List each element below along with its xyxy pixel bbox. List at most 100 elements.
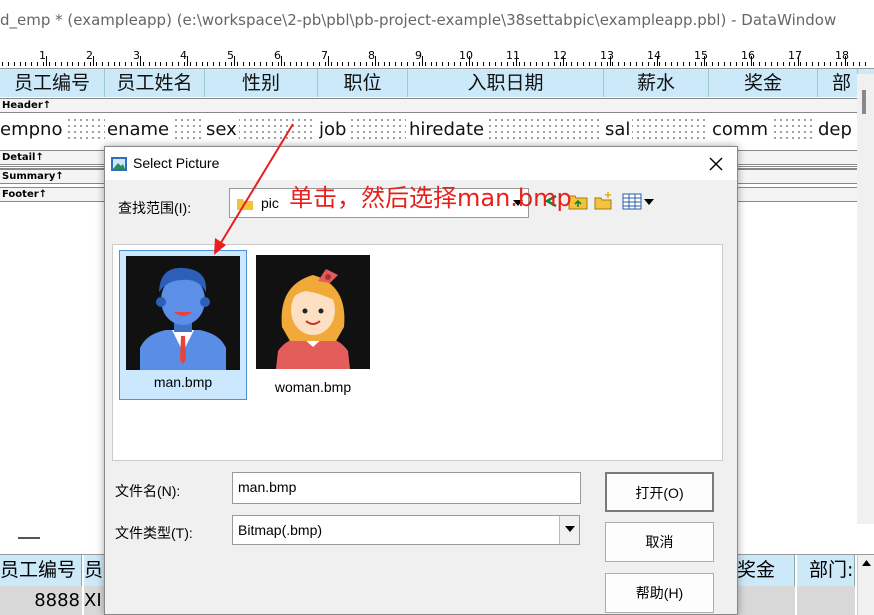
cancel-button[interactable]: 取消 [605,522,714,562]
ruler-tick [289,62,291,66]
ruler-tick [524,62,526,66]
file-name-man: man.bmp [153,374,213,390]
ruler-major-tick [328,56,329,66]
field-ename-label: ename [107,119,172,140]
ruler-number: 2 [86,49,93,62]
ruler-tick [712,62,714,66]
header-sex[interactable]: 性别 [205,69,318,97]
ruler-tick [694,62,696,66]
woman-thumbnail[interactable] [256,255,370,369]
ruler-tick [442,62,444,66]
filename-label: 文件名(N): [115,483,181,499]
ruler-tick [583,62,585,66]
ruler-tick [283,62,285,66]
field-job[interactable]: job [319,117,406,143]
ruler-tick [301,62,303,66]
header-comm[interactable]: 奖金 [709,69,818,97]
ruler-tick [753,62,755,66]
ruler-tick [594,62,596,66]
vertical-scrollbar[interactable] [857,74,874,524]
file-list[interactable]: man.bmp woman.bmp [112,244,723,461]
ruler-tick [125,62,127,66]
preview-header-comm[interactable]: 奖金 [737,555,795,586]
header-empno[interactable]: 员工编号 [0,69,105,97]
ruler-tick [864,62,866,66]
ruler-tick [495,62,497,66]
ruler-tick [7,62,9,66]
ruler-tick [559,62,561,66]
ruler-major-tick [140,56,141,66]
ruler-tick [389,62,391,66]
ruler-number: 4 [180,49,187,62]
ruler-tick [765,62,767,66]
field-ename[interactable]: ename [107,117,203,143]
preview-header-empno[interactable]: 员工编号 [0,555,82,586]
ruler-tick [60,62,62,66]
field-hiredate-label: hiredate [409,119,487,140]
preview-cell-deptno[interactable] [797,586,855,615]
help-button[interactable]: 帮助(H) [605,573,714,613]
preview-header-deptno[interactable]: 部门: [797,555,855,586]
ruler-tick [342,62,344,66]
ruler-tick [547,62,549,66]
new-folder-icon[interactable] [594,191,614,211]
ruler-tick [84,62,86,66]
ruler-tick [788,62,790,66]
open-button[interactable]: 打开(O) [605,472,714,512]
ruler-number: 13 [600,49,614,62]
field-comm[interactable]: comm [712,117,815,143]
preview-cell-comm[interactable] [737,586,795,615]
ruler-tick [407,62,409,66]
ruler-tick [706,62,708,66]
ruler-major-tick [93,56,94,66]
file-item-man[interactable]: man.bmp [119,250,247,400]
dialog-titlebar[interactable]: Select Picture [105,147,737,180]
scrollbar-thumb[interactable] [862,90,866,114]
header-deptno[interactable]: 部 [818,69,858,97]
ruler-tick [671,62,673,66]
ruler-tick [90,62,92,66]
file-name-woman[interactable]: woman.bmp [256,379,370,395]
field-empno[interactable]: empno [0,117,105,143]
preview-cell-ename[interactable]: XI [84,586,106,615]
ruler-number: 18 [835,49,849,62]
ruler-tick [395,62,397,66]
ruler-tick [166,62,168,66]
filetype-dropdown-button[interactable] [559,516,579,544]
preview-scrollbar[interactable] [857,555,874,615]
ruler-tick [195,62,197,66]
filetype-select[interactable]: Bitmap(.bmp) [232,515,580,545]
ruler-tick [577,62,579,66]
close-icon[interactable] [709,157,723,171]
ruler-tick [377,62,379,66]
header-hiredate[interactable]: 入职日期 [408,69,604,97]
ruler-tick [770,62,772,66]
band-header[interactable]: Header↑ [0,98,860,113]
ruler-tick [330,62,332,66]
filename-input[interactable]: man.bmp [232,472,581,504]
ruler-tick [600,62,602,66]
ruler-tick [219,62,221,66]
ruler-number: 11 [506,49,520,62]
field-hiredate[interactable]: hiredate [409,117,602,143]
ruler-tick [641,62,643,66]
field-deptno[interactable]: dep [818,117,856,143]
header-sal[interactable]: 薪水 [604,69,709,97]
ruler-tick [853,62,855,66]
preview-header-ename[interactable]: 员 [84,555,106,586]
header-job[interactable]: 职位 [318,69,408,97]
ruler-tick [606,62,608,66]
preview-cell-empno[interactable]: 8888 [0,586,82,615]
ruler-tick [542,62,544,66]
view-menu-icon[interactable] [622,191,656,211]
ruler-tick [647,62,649,66]
ruler-tick [823,62,825,66]
ruler-tick [272,62,274,66]
header-ename[interactable]: 员工姓名 [105,69,205,97]
ruler-tick [430,62,432,66]
field-sal[interactable]: sal [605,117,707,143]
scroll-up-icon[interactable] [858,555,874,571]
ruler-number: 3 [133,49,140,62]
ruler-tick [54,62,56,66]
ruler-tick [37,62,39,66]
